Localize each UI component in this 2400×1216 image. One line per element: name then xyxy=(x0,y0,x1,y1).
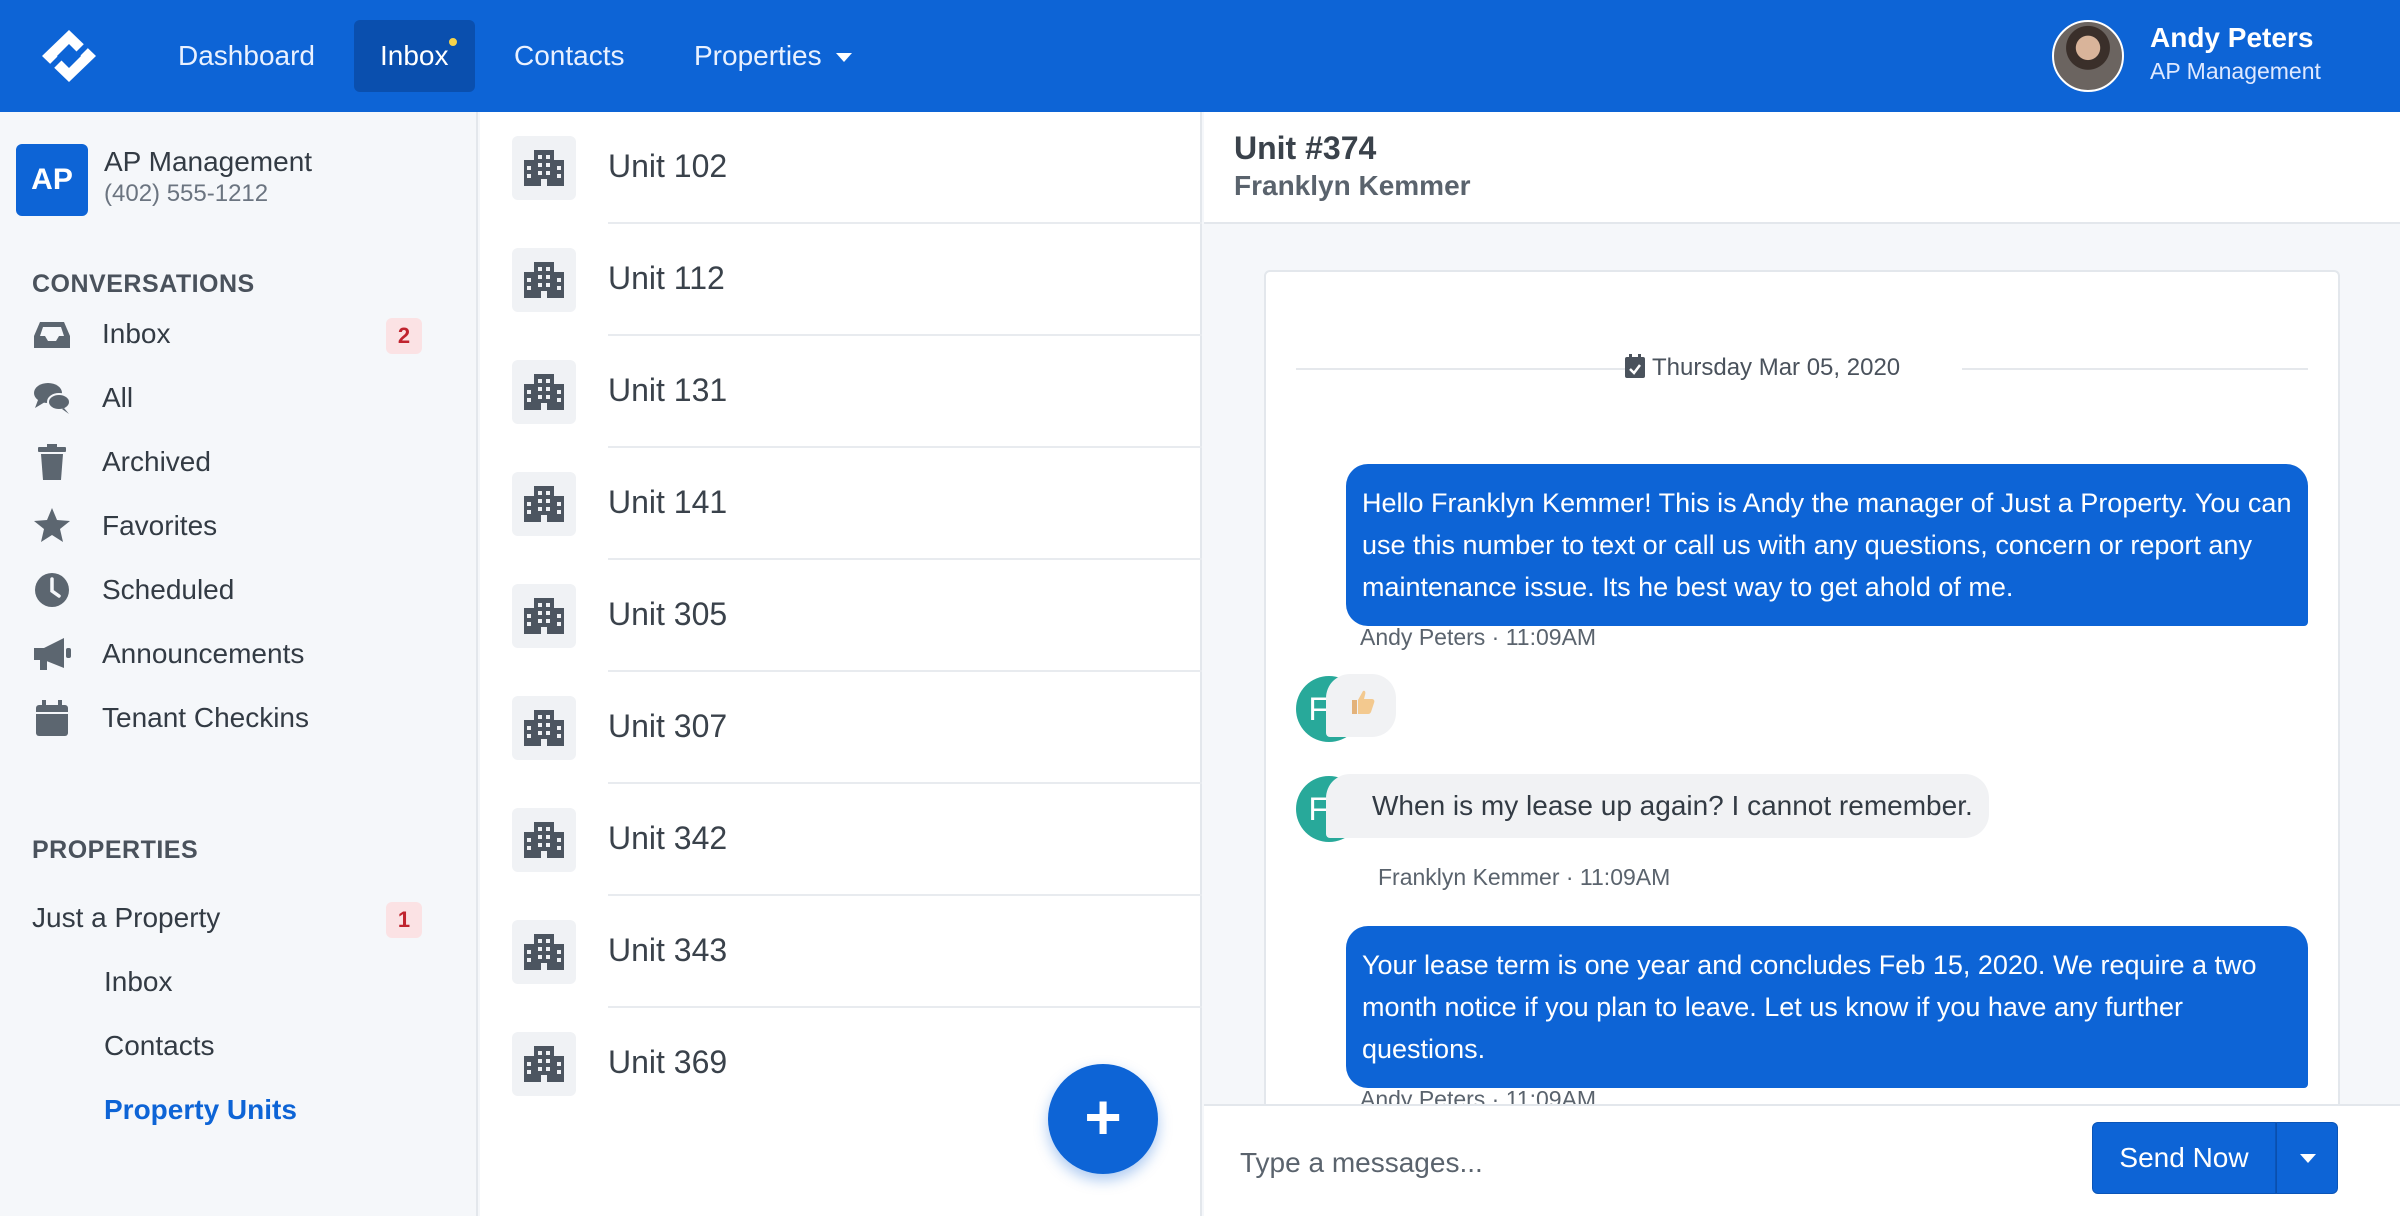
add-unit-button[interactable]: + xyxy=(1048,1064,1158,1174)
unit-list-item[interactable]: Unit 131 xyxy=(480,336,1202,448)
nav-inbox[interactable]: Inbox xyxy=(354,20,475,92)
property-item[interactable]: Just a Property 1 xyxy=(32,890,428,946)
building-icon xyxy=(512,472,576,536)
unread-dot xyxy=(446,36,459,48)
property-link-contacts[interactable]: Contacts xyxy=(104,1030,215,1062)
unit-label: Unit 131 xyxy=(608,372,728,408)
sidebar-item-favorites[interactable]: Favorites xyxy=(32,498,428,554)
unit-list-item[interactable]: Unit 112 xyxy=(480,224,1202,336)
thread-date-text: Thursday Mar 05, 2020 xyxy=(1652,354,1901,381)
unit-label: Unit 307 xyxy=(608,708,728,744)
building-icon xyxy=(512,584,576,648)
building-icon xyxy=(512,808,576,872)
sidebar: AP AP Management (402) 555-1212 CONVERSA… xyxy=(0,112,478,1216)
unit-list-item[interactable]: Unit 342 xyxy=(480,784,1202,896)
nav-contacts[interactable]: Contacts xyxy=(488,20,651,92)
unit-list-item[interactable]: Unit 307 xyxy=(480,672,1202,784)
unit-list-item[interactable]: Unit 102 xyxy=(480,112,1202,224)
divider xyxy=(1296,368,1632,370)
divider xyxy=(1962,368,2308,370)
calendar-icon xyxy=(36,700,68,736)
megaphone-icon xyxy=(34,638,71,670)
unit-label: Unit 369 xyxy=(608,1044,728,1080)
message-meta: Andy Peters · 11:09AM xyxy=(1360,624,1597,650)
sidebar-item-all[interactable]: All xyxy=(32,370,428,426)
building-icon xyxy=(512,248,576,312)
sidebar-item-label: Scheduled xyxy=(102,574,235,605)
sidebar-item-label: Favorites xyxy=(102,510,218,541)
nav-properties[interactable]: Properties xyxy=(668,20,878,92)
property-count-badge: 1 xyxy=(386,902,422,938)
building-icon xyxy=(512,1032,576,1096)
message-thread[interactable]: Thursday Mar 05, 2020 Hello Franklyn Kem… xyxy=(1264,270,2340,1210)
user-name[interactable]: Andy Peters xyxy=(2150,22,2313,54)
user-avatar[interactable] xyxy=(2052,20,2124,92)
property-name: Just a Property xyxy=(32,902,221,933)
unit-label: Unit 305 xyxy=(608,596,728,632)
inbox-count-badge: 2 xyxy=(386,318,422,354)
sidebar-item-label: Tenant Checkins xyxy=(102,702,310,733)
unit-list-item[interactable]: Unit 305 xyxy=(480,560,1202,672)
properties-heading: PROPERTIES xyxy=(32,836,199,864)
building-icon xyxy=(512,920,576,984)
unit-label: Unit 343 xyxy=(608,932,728,968)
unit-list: Unit 102 Unit 112 Unit 131 Unit 141 Unit 305… xyxy=(480,112,1202,1216)
message-meta: Franklyn Kemmer · 11:09AM xyxy=(1378,864,1671,890)
building-icon xyxy=(512,360,576,424)
message-bubble-incoming xyxy=(1326,674,1396,737)
conversation-panel: Unit #374 Franklyn Kemmer Thursday Mar 0… xyxy=(1204,112,2400,1216)
sidebar-item-archived[interactable]: Archived xyxy=(32,434,428,490)
unit-label: Unit 112 xyxy=(608,260,725,296)
nav-dashboard[interactable]: Dashboard xyxy=(152,20,341,92)
conversation-unit: Unit #374 xyxy=(1234,130,1377,166)
sidebar-item-label: Archived xyxy=(102,446,211,477)
message-bubble-incoming: When is my lease up again? I cannot reme… xyxy=(1326,774,1989,838)
org-avatar: AP xyxy=(16,144,88,216)
calendar-check-icon xyxy=(1625,354,1645,378)
conversations-heading: CONVERSATIONS xyxy=(32,270,255,298)
message-input[interactable] xyxy=(1240,1136,2000,1190)
unit-label: Unit 102 xyxy=(608,148,728,184)
chevron-down-icon xyxy=(2300,1154,2316,1163)
user-org: AP Management xyxy=(2150,58,2321,84)
message-bubble-outgoing: Hello Franklyn Kemmer! This is Andy the … xyxy=(1346,464,2308,626)
unit-list-item[interactable]: Unit 343 xyxy=(480,896,1202,1008)
trash-icon xyxy=(38,444,66,480)
sidebar-item-inbox[interactable]: Inbox 2 xyxy=(32,306,428,362)
nav-properties-label: Properties xyxy=(694,40,822,71)
clock-icon xyxy=(35,573,69,607)
conversation-header: Unit #374 Franklyn Kemmer xyxy=(1204,112,2400,224)
building-icon xyxy=(512,136,576,200)
star-icon xyxy=(34,508,70,542)
conversation-tenant: Franklyn Kemmer xyxy=(1234,170,1471,201)
sidebar-item-announcements[interactable]: Announcements xyxy=(32,626,428,682)
sidebar-item-label: Announcements xyxy=(102,638,305,669)
inbox-icon xyxy=(34,322,70,348)
message-bubble-outgoing: Your lease term is one year and conclude… xyxy=(1346,926,2308,1088)
property-link-inbox[interactable]: Inbox xyxy=(104,966,173,998)
unit-list-item[interactable]: Unit 141 xyxy=(480,448,1202,560)
sidebar-item-tenant-checkins[interactable]: Tenant Checkins xyxy=(32,690,428,746)
property-link-units[interactable]: Property Units xyxy=(104,1094,297,1126)
unit-label: Unit 342 xyxy=(608,820,728,856)
sidebar-item-label: Inbox xyxy=(102,318,171,349)
send-options-dropdown[interactable] xyxy=(2276,1122,2338,1194)
chevron-down-icon xyxy=(835,53,852,63)
sidebar-item-label: All xyxy=(102,382,134,413)
send-now-button[interactable]: Send Now xyxy=(2092,1122,2276,1194)
unit-label: Unit 141 xyxy=(608,484,728,520)
thread-date: Thursday Mar 05, 2020 xyxy=(1624,354,1900,382)
comments-icon xyxy=(34,383,71,414)
nav-inbox-label: Inbox xyxy=(380,40,449,71)
thumbs-up-emoji-icon xyxy=(1352,690,1375,714)
building-icon xyxy=(512,696,576,760)
org-phone: (402) 555-1212 xyxy=(104,180,269,207)
message-composer: Send Now xyxy=(1204,1104,2400,1216)
sidebar-item-scheduled[interactable]: Scheduled xyxy=(32,562,428,618)
org-name: AP Management xyxy=(104,146,313,177)
top-navbar: Dashboard Inbox Contacts Properties Andy… xyxy=(0,0,2400,112)
app-logo-icon[interactable] xyxy=(28,28,110,84)
